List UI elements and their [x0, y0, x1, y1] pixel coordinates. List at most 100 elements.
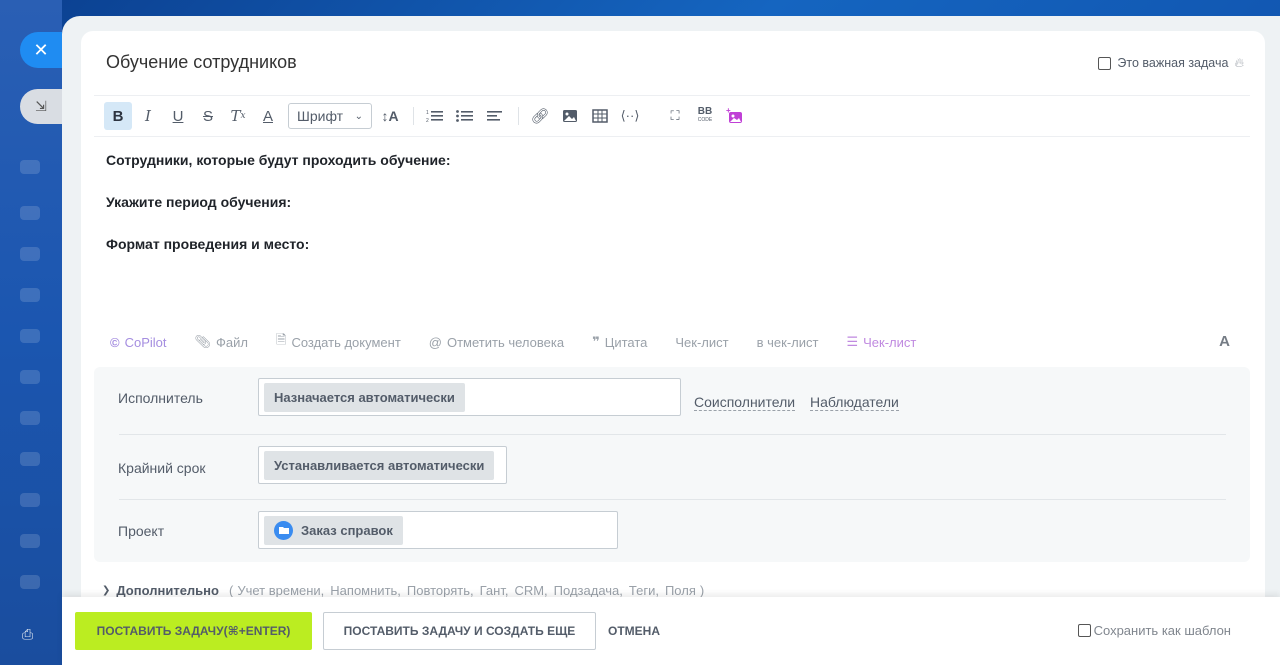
- create-and-new-button[interactable]: ПОСТАВИТЬ ЗАДАЧУ И СОЗДАТЬ ЕЩЕ: [323, 612, 596, 650]
- additional-section[interactable]: ❯ Дополнительно ( Учет времени, Напомнит…: [102, 583, 704, 598]
- project-field[interactable]: Заказ справок: [258, 511, 618, 549]
- more-item[interactable]: Учет времени,: [237, 583, 324, 598]
- align-left-icon: [487, 111, 502, 121]
- toggle-toolbar-button[interactable]: A: [1219, 333, 1230, 350]
- table-button[interactable]: [586, 102, 614, 130]
- ai-image-button[interactable]: +: [721, 102, 749, 130]
- close-slider-button[interactable]: ✕: [20, 32, 62, 68]
- italic-button[interactable]: I: [134, 102, 162, 130]
- print-icon[interactable]: ⎙: [22, 626, 38, 642]
- create-document-button[interactable]: 🗎 Создать документ: [276, 331, 401, 353]
- at-icon: @: [428, 334, 442, 350]
- task-title-input[interactable]: Обучение сотрудников: [106, 52, 297, 73]
- align-button[interactable]: [481, 102, 509, 130]
- deadline-chip[interactable]: Устанавливается автоматически: [264, 450, 495, 480]
- important-checkbox[interactable]: [1098, 56, 1112, 70]
- to-checklist-button[interactable]: в чек-лист: [757, 335, 819, 350]
- additional-label: Дополнительно: [116, 583, 219, 598]
- copilot-button[interactable]: © CoPilot: [110, 335, 167, 350]
- folder-icon: [274, 520, 293, 540]
- deadline-label: Крайний срок: [118, 460, 206, 476]
- image-button[interactable]: [556, 102, 584, 130]
- image-icon: [563, 110, 577, 122]
- clear-format-button[interactable]: Tx: [224, 102, 252, 130]
- ai-image-icon: +: [726, 107, 742, 123]
- bullet-list-icon: [456, 110, 473, 122]
- assignee-chip[interactable]: Назначается автоматически: [264, 382, 465, 412]
- project-chip[interactable]: Заказ справок: [264, 515, 403, 545]
- save-template-checkbox[interactable]: [1077, 624, 1091, 637]
- editor-toolbar: B I U S Tx A Шрифт ⌄ ↕A 12 🔗︎ ⟨··⟩ ⛶ BB C…: [104, 101, 751, 131]
- divider: [119, 434, 1226, 435]
- more-item[interactable]: Гант,: [480, 583, 509, 598]
- more-item[interactable]: Повторять,: [407, 583, 474, 598]
- project-label: Проект: [118, 523, 165, 539]
- minimize-slider-button[interactable]: ⇲: [20, 89, 62, 124]
- font-select[interactable]: Шрифт ⌄: [288, 103, 372, 129]
- ai-checklist-button[interactable]: ☰ Чек-лист: [846, 334, 916, 350]
- copilot-icon: ©: [110, 334, 120, 350]
- font-size-button[interactable]: ↕A: [376, 102, 404, 130]
- fullscreen-icon: ⛶: [670, 108, 680, 123]
- link-icon: 🔗︎: [530, 108, 550, 125]
- mention-button[interactable]: @ Отметить человека: [429, 335, 564, 350]
- divider: [119, 499, 1226, 500]
- observers-link[interactable]: Наблюдатели: [810, 394, 899, 411]
- svg-text:2: 2: [426, 118, 429, 123]
- svg-text:1: 1: [426, 110, 429, 116]
- bbcode-button[interactable]: BB CODE: [691, 102, 719, 130]
- close-icon: ✕: [33, 39, 49, 60]
- flame-icon: 🔥︎: [1234, 55, 1244, 70]
- save-as-template-toggle[interactable]: Сохранить как шаблон: [1077, 623, 1231, 638]
- file-button[interactable]: 📎︎ Файл: [195, 334, 248, 350]
- link-button[interactable]: 🔗︎: [526, 102, 554, 130]
- divider: [94, 95, 1250, 96]
- attachments-bar: © CoPilot 📎︎ Файл 🗎 Создать документ @ Отмет…: [110, 332, 944, 352]
- bullet-list-button[interactable]: [451, 102, 479, 130]
- ai-checklist-icon: ☰: [846, 334, 859, 349]
- coassignees-link[interactable]: Соисполнители: [694, 394, 796, 411]
- text-color-button[interactable]: A: [254, 102, 282, 130]
- assignee-field[interactable]: Назначается автоматически: [258, 378, 681, 416]
- bold-button[interactable]: B: [104, 102, 132, 130]
- deadline-field[interactable]: Устанавливается автоматически: [258, 446, 507, 484]
- more-item[interactable]: Напомнить,: [330, 583, 401, 598]
- table-icon: [592, 109, 608, 123]
- strikethrough-button[interactable]: S: [194, 102, 222, 130]
- rail-icon: [20, 370, 40, 384]
- divider: [518, 107, 519, 125]
- bbcode-icon: BB CODE: [697, 106, 713, 124]
- rail-icon: [20, 575, 40, 589]
- quote-button[interactable]: ❞ Цитата: [592, 334, 647, 350]
- description-line[interactable]: Формат проведения и место:: [106, 236, 309, 252]
- quote-icon: ❞: [592, 334, 600, 349]
- description-line[interactable]: Укажите период обучения:: [106, 194, 291, 210]
- more-item[interactable]: Поля: [665, 583, 696, 598]
- cancel-button[interactable]: ОТМЕНА: [608, 624, 660, 638]
- rail-icon: [20, 247, 40, 261]
- numbered-list-button[interactable]: 12: [421, 102, 449, 130]
- important-label: Это важная задача: [1117, 56, 1229, 70]
- rail-icon: [20, 534, 40, 548]
- chevron-down-icon: ❯: [102, 585, 111, 596]
- rail-icon: [20, 206, 40, 220]
- fullscreen-button[interactable]: ⛶: [661, 102, 689, 130]
- create-task-button[interactable]: ПОСТАВИТЬ ЗАДАЧУ(⌘+ENTER): [75, 612, 312, 650]
- rail-icon: [20, 329, 40, 343]
- more-item[interactable]: Теги,: [629, 583, 659, 598]
- chevron-down-icon: ⌄: [354, 110, 363, 122]
- rail-icon: [20, 493, 40, 507]
- important-task-toggle[interactable]: Это важная задача 🔥︎: [1098, 55, 1244, 71]
- save-template-label: Сохранить как шаблон: [1093, 623, 1231, 638]
- divider: [413, 107, 414, 125]
- numbered-list-icon: 12: [426, 110, 443, 123]
- font-select-value: Шрифт: [297, 108, 344, 124]
- project-name: Заказ справок: [301, 522, 393, 538]
- more-item[interactable]: Подзадача,: [554, 583, 623, 598]
- description-line[interactable]: Сотрудники, которые будут проходить обуч…: [106, 152, 451, 168]
- checklist-button[interactable]: Чек-лист: [675, 335, 728, 350]
- document-icon: 🗎: [276, 332, 287, 347]
- more-item[interactable]: CRM,: [514, 583, 547, 598]
- code-button[interactable]: ⟨··⟩: [616, 102, 644, 130]
- underline-button[interactable]: U: [164, 102, 192, 130]
